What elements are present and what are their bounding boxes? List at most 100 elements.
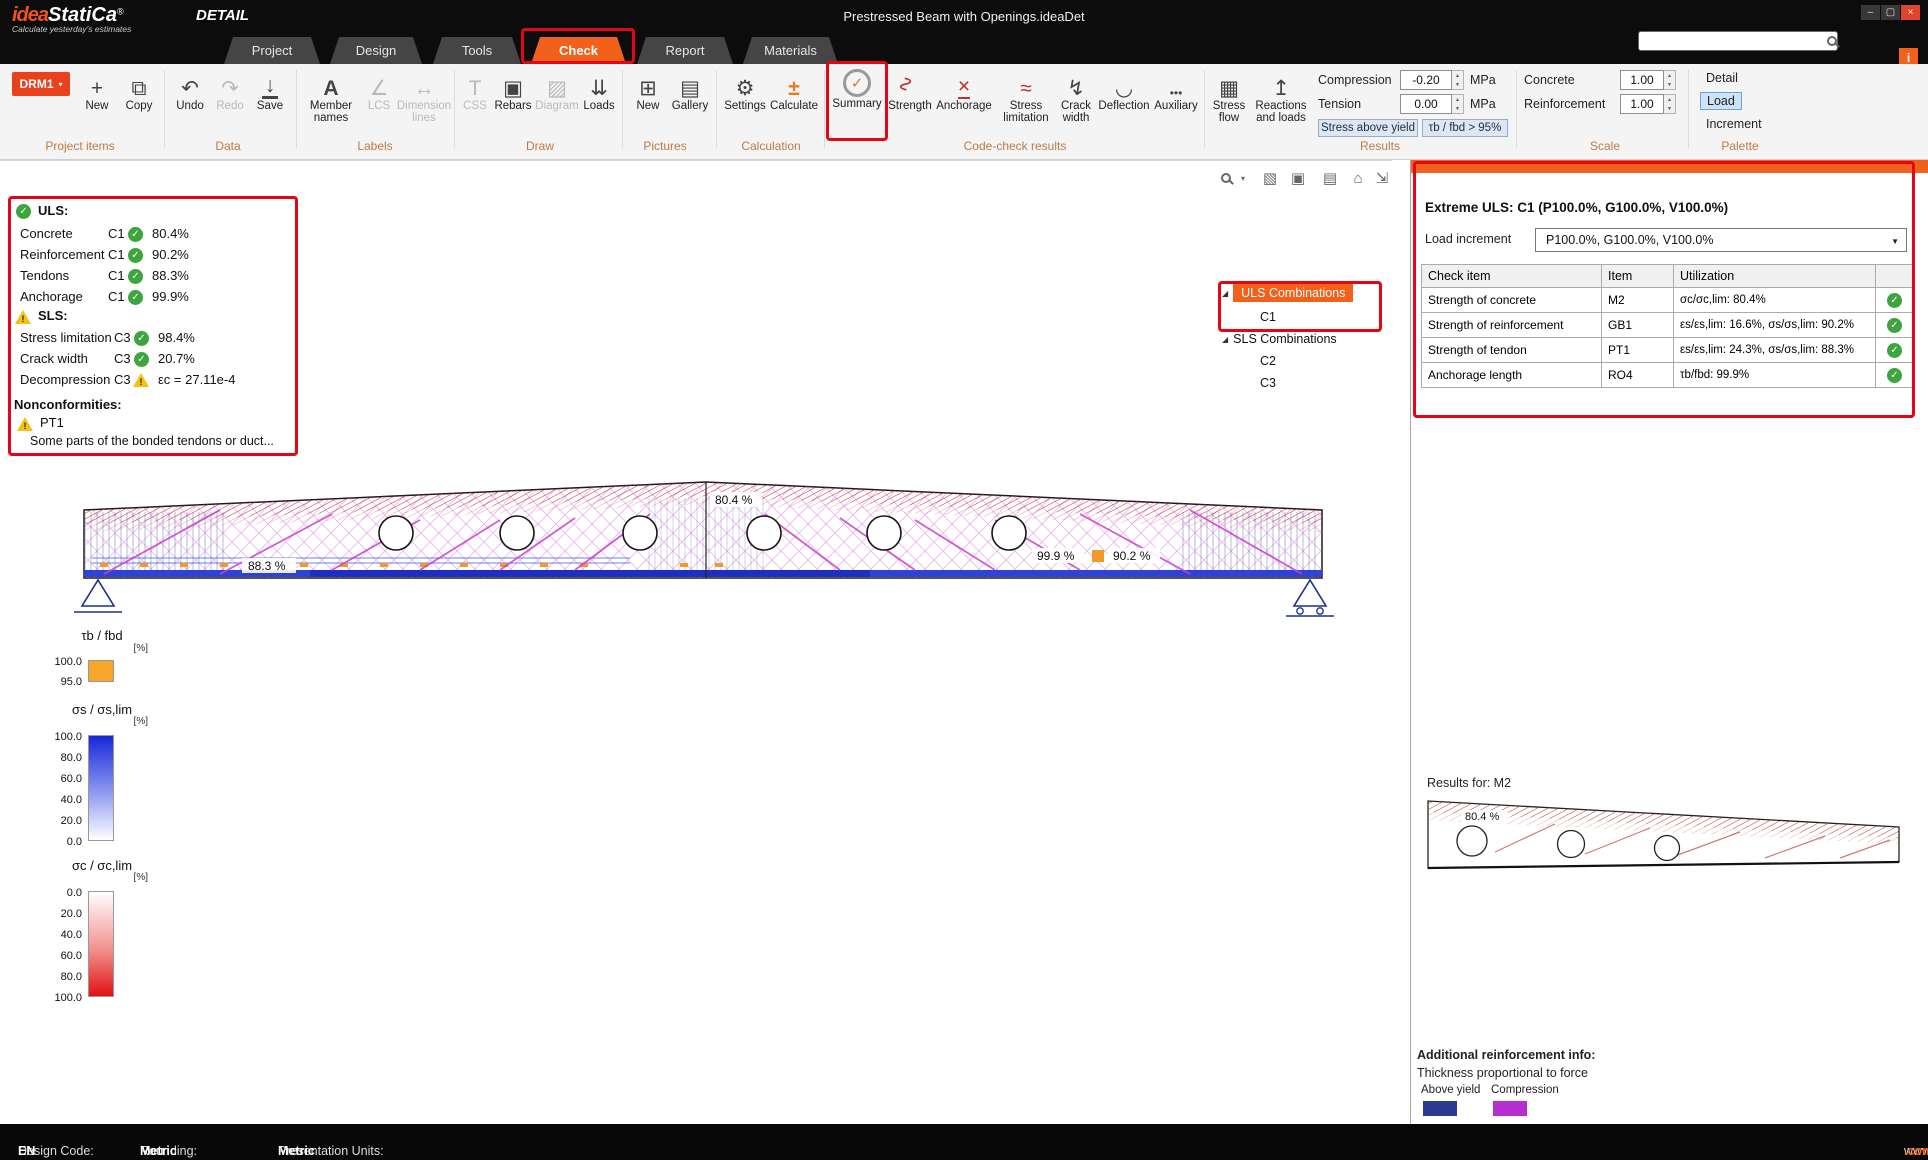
copy-button[interactable]: ⧉ Copy bbox=[118, 69, 160, 112]
tension-stepper[interactable] bbox=[1452, 94, 1464, 114]
load-increment-dropdown[interactable]: P100.0%, G100.0%, V100.0% bbox=[1535, 228, 1907, 252]
auxiliary-button[interactable]: ••• Auxiliary bbox=[1152, 69, 1200, 112]
search-input[interactable] bbox=[1639, 34, 1827, 48]
nonconformity-text: Some parts of the bonded tendons or duct… bbox=[30, 434, 274, 448]
tab-materials[interactable]: Materials bbox=[743, 37, 838, 64]
spin-down-icon[interactable] bbox=[1452, 104, 1463, 113]
stress-limitation-button[interactable]: ≈ Stress limitation bbox=[998, 69, 1054, 125]
tree-item-c3[interactable]: C3 bbox=[1260, 376, 1276, 390]
settings-button[interactable]: ⚙ Settings bbox=[722, 69, 768, 112]
undo-button[interactable]: ↶ Undo bbox=[170, 69, 210, 112]
redo-button[interactable]: ↷ Redo bbox=[210, 69, 250, 112]
tab-report[interactable]: Report bbox=[637, 37, 733, 64]
table-row[interactable]: Strength of reinforcement GB1 εs/εs,lim:… bbox=[1422, 313, 1914, 338]
search-box[interactable] bbox=[1638, 31, 1838, 51]
layers-button[interactable]: ▣ bbox=[1288, 168, 1308, 188]
tree-item-c2[interactable]: C2 bbox=[1260, 354, 1276, 368]
strength-icon: ∿ bbox=[895, 75, 925, 93]
palette-increment-button[interactable]: Increment bbox=[1700, 115, 1768, 133]
spin-up-icon[interactable] bbox=[1664, 95, 1675, 104]
new-project-item-button[interactable]: + New bbox=[76, 69, 118, 112]
panel-accent-bar bbox=[1411, 160, 1928, 173]
tab-tools[interactable]: Tools bbox=[433, 37, 521, 64]
spin-up-icon[interactable] bbox=[1452, 71, 1463, 80]
gallery-button[interactable]: ▤ Gallery bbox=[668, 69, 712, 112]
css-button[interactable]: T CSS bbox=[458, 69, 492, 112]
fit-icon: ⇲ bbox=[1376, 169, 1389, 187]
spin-down-icon[interactable] bbox=[1664, 80, 1675, 89]
additional-info-title: Additional reinforcement info: bbox=[1417, 1048, 1595, 1062]
expander-icon[interactable]: ◢ bbox=[1222, 335, 1228, 344]
sls-row-value: εc = 27.11e-4 bbox=[158, 372, 235, 387]
loads-button[interactable]: ⇊ Loads bbox=[580, 69, 618, 112]
tab-project[interactable]: Project bbox=[224, 37, 320, 64]
tree-item-uls-combinations[interactable]: ◢ ULS Combinations bbox=[1222, 284, 1353, 302]
palette-detail-button[interactable]: Detail bbox=[1700, 69, 1744, 87]
stress-flow-button[interactable]: ▦ Stress flow bbox=[1208, 69, 1250, 125]
tree-item-c1[interactable]: C1 bbox=[1260, 310, 1276, 324]
maximize-button[interactable]: ▢ bbox=[1881, 5, 1900, 20]
home-view-button[interactable]: ⌂ bbox=[1348, 168, 1368, 188]
check-icon bbox=[16, 204, 31, 219]
close-button[interactable]: × bbox=[1901, 5, 1920, 20]
scale-concrete-field[interactable]: 1.00 bbox=[1620, 70, 1664, 90]
diagram-button[interactable]: ▨ Diagram bbox=[534, 69, 580, 112]
scale-concrete-stepper[interactable] bbox=[1664, 70, 1676, 90]
deflection-button[interactable]: ◡ Deflection bbox=[1098, 69, 1150, 112]
check-icon bbox=[128, 290, 143, 305]
fit-view-button[interactable]: ⇲ bbox=[1372, 168, 1392, 188]
sls-row-combo: C3 bbox=[114, 330, 131, 345]
spin-up-icon[interactable] bbox=[1452, 95, 1463, 104]
zoom-options-chevron[interactable]: ▾ bbox=[1238, 168, 1248, 188]
anchorage-button[interactable]: × Anchorage bbox=[934, 69, 994, 112]
calculate-button[interactable]: ± Calculate bbox=[768, 69, 820, 112]
col-utilization[interactable]: Utilization bbox=[1674, 265, 1876, 288]
auxiliary-icon: ••• bbox=[1170, 69, 1183, 99]
lcs-button[interactable]: ∠ LCS bbox=[362, 69, 396, 112]
picture-new-button[interactable]: ⊞ New bbox=[628, 69, 668, 112]
strength-button[interactable]: ∿ Strength bbox=[886, 69, 934, 112]
tree-item-sls-combinations[interactable]: ◢ SLS Combinations bbox=[1222, 332, 1337, 346]
tension-value-field[interactable]: 0.00 bbox=[1400, 94, 1452, 114]
scale-reinforcement-stepper[interactable] bbox=[1664, 94, 1676, 114]
palette-load-button[interactable]: Load bbox=[1700, 92, 1742, 110]
tb-fbd-toggle[interactable]: τb / fbd > 95% bbox=[1422, 119, 1508, 137]
minimize-button[interactable]: – bbox=[1861, 5, 1880, 20]
member-names-button[interactable]: A Member names bbox=[302, 69, 360, 125]
stress-above-yield-toggle[interactable]: Stress above yield bbox=[1318, 119, 1418, 137]
reactions-button[interactable]: ↥ Reactions and loads bbox=[1252, 69, 1310, 125]
view-cube-button[interactable]: ▧ bbox=[1260, 168, 1280, 188]
col-item[interactable]: Item bbox=[1602, 265, 1674, 288]
check-icon bbox=[1887, 318, 1902, 333]
calculate-icon: ± bbox=[788, 69, 800, 99]
spin-down-icon[interactable] bbox=[1664, 104, 1675, 113]
col-check-item[interactable]: Check item bbox=[1422, 265, 1602, 288]
tab-check[interactable]: Check bbox=[531, 37, 626, 64]
dimension-lines-button[interactable]: ↔ Dimension lines bbox=[396, 69, 452, 125]
col-status bbox=[1876, 265, 1914, 288]
group-label-pictures: Pictures bbox=[620, 139, 710, 153]
drm-selector[interactable]: DRM1 ▾ bbox=[12, 72, 70, 96]
model-canvas[interactable] bbox=[0, 160, 1392, 1124]
views-button[interactable]: ▤ bbox=[1320, 168, 1340, 188]
crack-width-button[interactable]: ↯ Crack width bbox=[1056, 69, 1096, 125]
tab-design[interactable]: Design bbox=[330, 37, 422, 64]
rebars-button[interactable]: ▣ Rebars bbox=[492, 69, 534, 112]
compression-value-field[interactable]: -0.20 bbox=[1400, 70, 1452, 90]
gear-icon: ⚙ bbox=[736, 69, 755, 99]
compression-stepper[interactable] bbox=[1452, 70, 1464, 90]
expander-icon[interactable]: ◢ bbox=[1222, 289, 1228, 298]
table-row[interactable]: Anchorage length RO4 τb/fbd: 99.9% bbox=[1422, 363, 1914, 388]
table-row[interactable]: Strength of concrete M2 σc/σc,lim: 80.4% bbox=[1422, 288, 1914, 313]
mini-utilization-label: 80.4 % bbox=[1465, 811, 1499, 823]
summary-button[interactable]: ✓ Summary bbox=[830, 69, 884, 110]
spin-down-icon[interactable] bbox=[1452, 80, 1463, 89]
table-row[interactable]: Strength of tendon PT1 εs/εs,lim: 24.3%,… bbox=[1422, 338, 1914, 363]
scale-reinforcement-field[interactable]: 1.00 bbox=[1620, 94, 1664, 114]
rebars-icon: ▣ bbox=[503, 69, 523, 99]
canvas-zoom-button[interactable] bbox=[1216, 168, 1236, 188]
save-button[interactable]: ↓ Save bbox=[250, 69, 290, 112]
spin-up-icon[interactable] bbox=[1664, 71, 1675, 80]
group-label-calculation: Calculation bbox=[726, 139, 816, 153]
utilization-label: 88.3 % bbox=[248, 559, 286, 573]
